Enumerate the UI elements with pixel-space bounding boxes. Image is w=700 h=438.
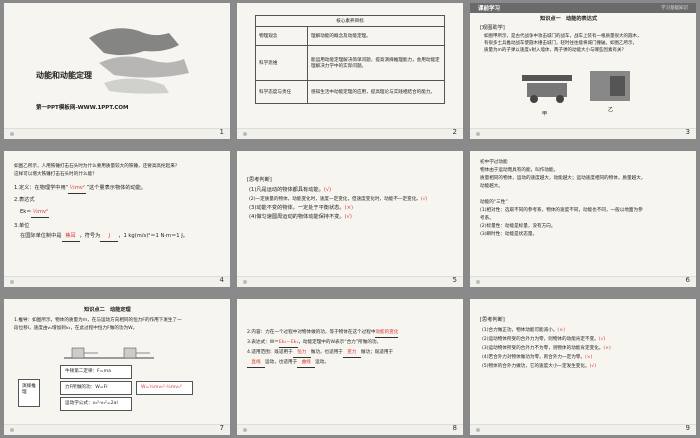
slide-number: 1 (219, 128, 224, 136)
slide-3[interactable]: 课前学习 学习基础知识 知识点一 动能的表达式 [观图助学] 如图甲所示，是古代… (470, 3, 696, 139)
knowledge-point: 知识点二 动能定理 (84, 307, 131, 313)
slide-number: 3 (685, 128, 690, 136)
table-header: 核心素养目标 (255, 15, 445, 27)
slide-number: 4 (219, 276, 224, 284)
slide-number: 2 (452, 128, 457, 136)
section-header: 课前学习 学习基础知识 (470, 3, 696, 13)
slide-5[interactable]: [思考判断] (1)凡是运动的物体都具有动能。(√) (2)一定质量的物体，动能… (237, 151, 463, 287)
slide-number: 7 (219, 424, 224, 432)
slide-7[interactable]: 知识点二 动能定理 1.推导：如图所示，物体的质量为m，在与运动方向相同的恒力F… (4, 299, 230, 435)
section-label: [观图助学] (480, 25, 505, 31)
battering-ram-image (522, 75, 572, 103)
bullet-wall-image (590, 71, 630, 101)
derivation-label: 演绎推理 (18, 379, 40, 407)
knowledge-point: 知识点一 动能的表达式 (540, 16, 598, 22)
section-label: [思考判断] (247, 177, 272, 183)
footer-text: 第一PPT模板网-WWW.1PPT.COM (36, 105, 129, 111)
slide-2[interactable]: 核心素养目标 物理观念 理解动能的概念及动能定理。 科学思维 能运用动能定理解决简单… (237, 3, 463, 139)
force-diagram (64, 347, 154, 359)
slide-number: 8 (452, 424, 457, 432)
slide-6[interactable]: 初中学过动能 物体由于运动而具有的能，叫作动能。 质量相同的物体，运动的速度越大… (470, 151, 696, 287)
slide-4[interactable]: 如图乙所示，人用铁锤打击石头时为什么要用质量较大的铁锤，还要高高抡起来? 这样可… (4, 151, 230, 287)
slide-8[interactable]: 2.内容：力在一个过程中对物体做的功，等于物体在这个过程中动能的变化 3.表达式… (237, 299, 463, 435)
slide-number: 6 (685, 276, 690, 284)
slide-9[interactable]: [思考判断] (1)合力做正功，物体动能可能减小。(×) (2)运动物体所受的合… (470, 299, 696, 435)
section-label: [思考判断] (480, 317, 505, 323)
slide-number: 5 (452, 276, 457, 284)
slide-title: 动能和动能定理 (36, 71, 92, 80)
slide-1[interactable]: 动能和动能定理 第一PPT模板网-WWW.1PPT.COM 1 (4, 3, 230, 139)
objectives-table: 核心素养目标 物理观念 理解动能的概念及动能定理。 科学思维 能运用动能定理解决简单… (255, 15, 445, 104)
caption-a: 甲 (542, 111, 548, 117)
caption-b: 乙 (608, 107, 614, 113)
slide-number: 9 (685, 424, 690, 432)
